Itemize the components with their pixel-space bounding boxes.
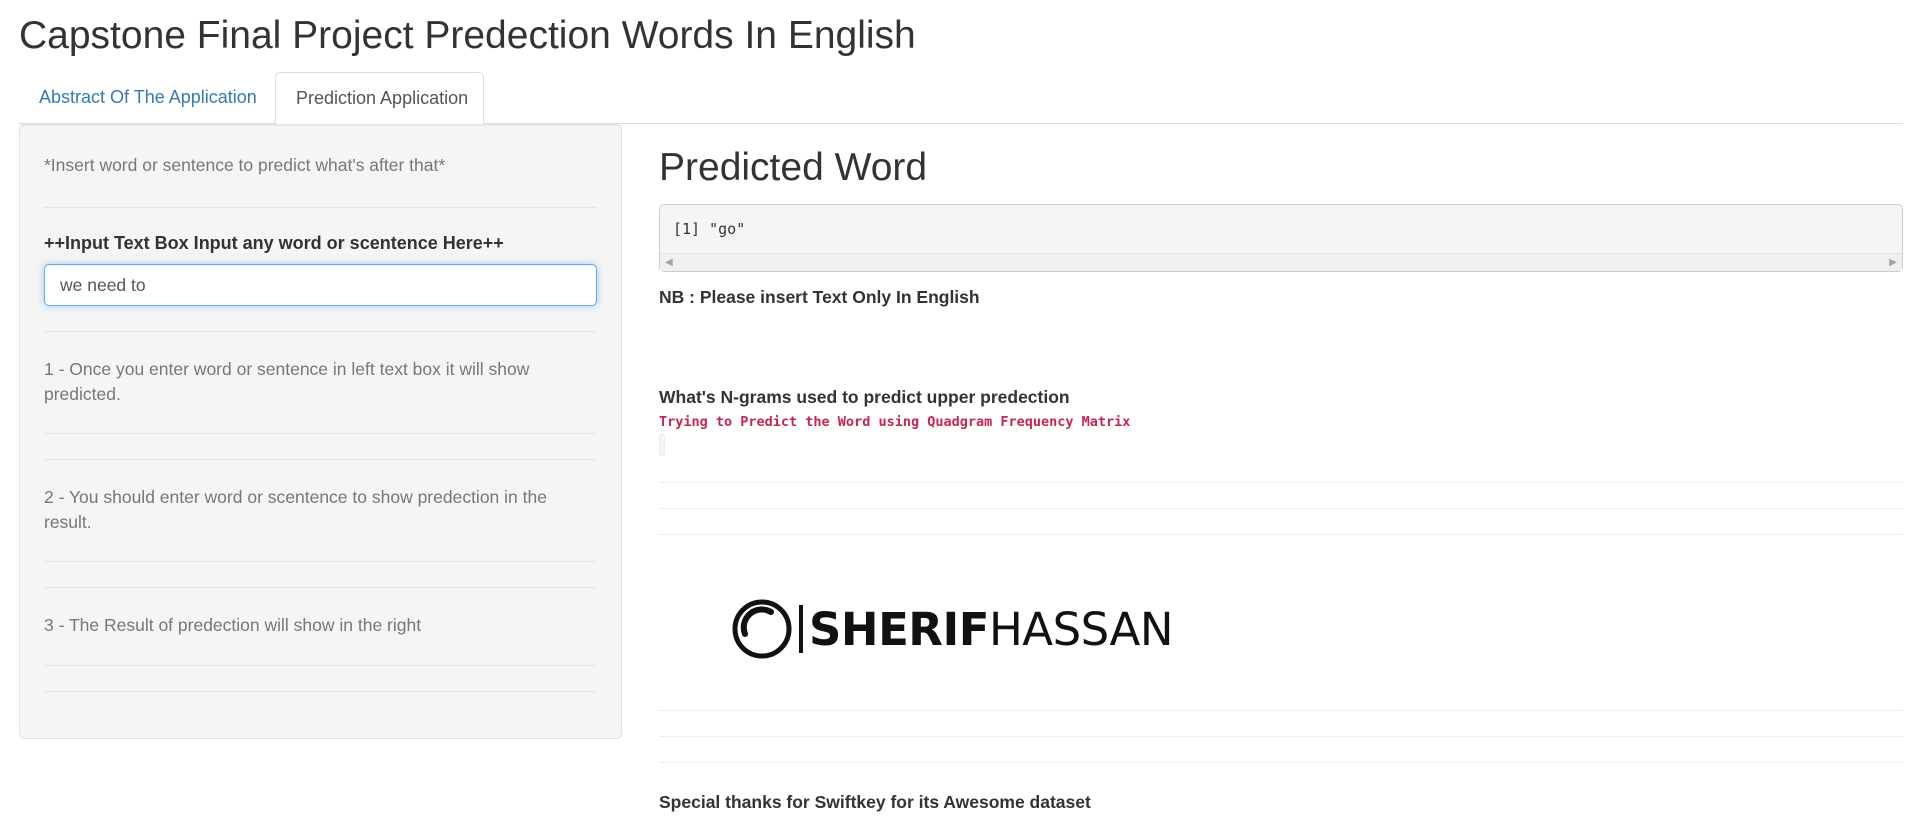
prediction-input[interactable] <box>44 264 597 306</box>
sidebar-panel: *Insert word or sentence to predict what… <box>19 124 622 739</box>
divider <box>659 736 1903 737</box>
scroll-left-arrow-icon[interactable]: ◀ <box>665 255 673 271</box>
divider <box>659 534 1903 535</box>
divider <box>659 482 1903 483</box>
tab-prediction[interactable]: Prediction Application <box>275 72 484 125</box>
predicted-word-heading: Predicted Word <box>659 146 928 189</box>
divider <box>44 665 597 666</box>
scroll-right-arrow-icon[interactable]: ▶ <box>1889 255 1897 271</box>
main-panel: Predicted Word [1] "go" ◀ ▶ NB : Please … <box>659 124 1903 829</box>
divider <box>44 433 597 434</box>
divider <box>44 459 597 460</box>
sidebar-intro: *Insert word or sentence to predict what… <box>44 155 446 175</box>
logo-text: SHERIFHASSAN <box>809 602 1173 656</box>
divider <box>44 207 597 208</box>
divider <box>659 508 1903 509</box>
sidebar-note-3: 3 - The Result of predection will show i… <box>44 615 422 635</box>
sidebar-note-2: 2 - You should enter word or scentence t… <box>44 487 547 532</box>
logo-separator <box>799 605 803 653</box>
divider <box>44 587 597 588</box>
input-label: ++Input Text Box Input any word or scent… <box>44 233 504 253</box>
sidebar-note-1: 1 - Once you enter word or sentence in l… <box>44 359 530 404</box>
ngram-output: Trying to Predict the Word using Quadgra… <box>659 414 1131 430</box>
divider <box>44 561 597 562</box>
horizontal-scrollbar[interactable]: ◀ ▶ <box>660 253 1902 271</box>
divider <box>659 710 1903 711</box>
empty-output-box <box>659 434 665 456</box>
ngram-heading: What's N-grams used to predict upper pre… <box>659 387 1070 407</box>
prediction-output: [1] "go" <box>673 220 746 238</box>
divider <box>659 762 1903 763</box>
thanks-note: Special thanks for Swiftkey for its Awes… <box>659 792 1091 812</box>
author-logo: SHERIFHASSAN <box>731 594 1211 664</box>
divider <box>44 331 597 332</box>
tab-bar: Abstract Of The Application Prediction A… <box>19 72 1903 125</box>
tab-abstract[interactable]: Abstract Of The Application <box>19 72 274 124</box>
divider <box>44 691 597 692</box>
logo-ring-icon <box>732 599 792 659</box>
prediction-output-box: [1] "go" ◀ ▶ <box>659 204 1903 272</box>
nb-note: NB : Please insert Text Only In English <box>659 287 980 307</box>
page-title: Capstone Final Project Predection Words … <box>19 14 916 57</box>
